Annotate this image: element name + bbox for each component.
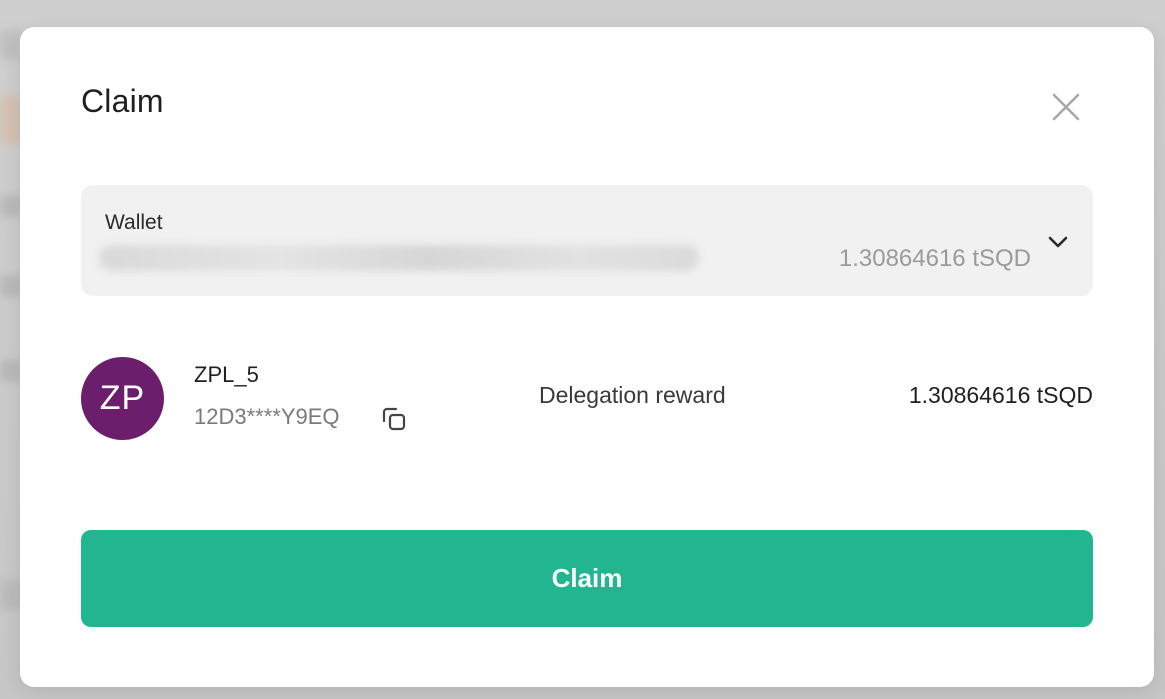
worker-row: ZP ZPL_5 12D3****Y9EQ Delegation reward …: [81, 357, 1093, 440]
wallet-address-redacted: [99, 245, 699, 271]
copy-icon: [382, 407, 406, 431]
reward-label: Delegation reward: [539, 382, 726, 408]
avatar-initials: ZP: [99, 379, 146, 417]
backdrop-blur-item: [0, 275, 22, 297]
claim-modal: Claim Wallet 1.30864616 tSQD ZP ZPL_5 12…: [20, 27, 1154, 687]
avatar: ZP: [81, 357, 164, 440]
backdrop-blur-item: [0, 195, 22, 217]
modal-title: Claim: [81, 83, 164, 119]
worker-peer-id: 12D3****Y9EQ: [194, 404, 340, 429]
worker-name: ZPL_5: [194, 362, 259, 387]
wallet-balance: 1.30864616 tSQD: [838, 245, 1031, 272]
wallet-label: Wallet: [105, 211, 163, 234]
backdrop-blur-item: [0, 360, 22, 382]
close-button[interactable]: [1048, 89, 1084, 125]
wallet-select[interactable]: Wallet 1.30864616 tSQD: [81, 185, 1093, 296]
close-icon: [1052, 93, 1080, 121]
backdrop-blur-item: [0, 30, 22, 60]
backdrop-blur-item: [0, 580, 22, 610]
claim-button[interactable]: Claim: [81, 530, 1093, 627]
copy-button[interactable]: [379, 404, 409, 434]
reward-value: 1.30864616 tSQD: [908, 382, 1093, 408]
chevron-down-icon: [1048, 236, 1068, 248]
backdrop-blur-item: [0, 95, 22, 145]
